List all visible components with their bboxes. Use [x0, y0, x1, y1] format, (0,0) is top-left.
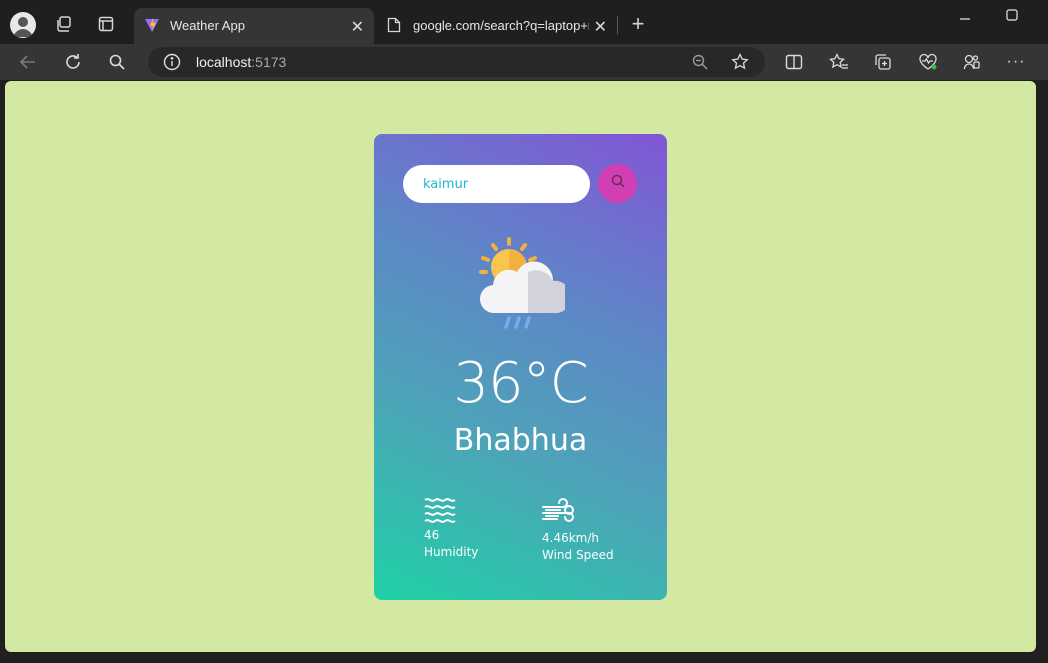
workspaces-icon[interactable] [50, 10, 78, 38]
split-screen-icon[interactable] [781, 50, 807, 74]
favorites-icon[interactable] [826, 50, 852, 74]
tab-google-search[interactable]: google.com/search?q=laptop+n ✕ [377, 8, 617, 44]
back-arrow-icon[interactable] [15, 50, 41, 74]
wind-label: Wind Speed [542, 548, 614, 563]
zoom-out-icon[interactable] [692, 54, 708, 75]
city-name: Bhabhua [453, 423, 588, 458]
collections-icon[interactable] [870, 50, 896, 74]
search-button[interactable] [598, 164, 637, 203]
maximize-icon[interactable] [992, 8, 1032, 32]
minimize-icon[interactable] [945, 8, 985, 32]
search-icon [611, 174, 625, 193]
wind-value: 4.46km/h [542, 531, 600, 545]
page-favicon-icon [387, 17, 401, 36]
url-text: localhost:5173 [196, 54, 287, 70]
profile-avatar[interactable] [10, 12, 36, 38]
humidity-value: 46 [424, 528, 440, 542]
tab-title: google.com/search?q=laptop+n [413, 18, 589, 33]
tab-strip: Weather App ✕ google.com/search?q=laptop… [0, 0, 1048, 44]
more-options-icon[interactable]: ··· [1003, 50, 1029, 74]
humidity-stat: 46 Humidity [424, 497, 478, 562]
wind-icon [542, 498, 614, 528]
search-icon[interactable] [104, 50, 130, 74]
new-tab-icon[interactable]: + [624, 10, 652, 38]
close-tab-icon[interactable]: ✕ [594, 17, 607, 37]
tab-title: Weather App [170, 18, 245, 33]
site-info-icon[interactable] [163, 53, 181, 76]
tab-weather-app[interactable]: Weather App ✕ [134, 8, 374, 44]
navigation-toolbar: localhost:5173 ··· [0, 44, 1048, 80]
sun-cloud-rain-icon [473, 235, 572, 330]
refresh-icon[interactable] [60, 50, 86, 74]
favorite-star-icon[interactable] [731, 52, 749, 76]
address-bar[interactable]: localhost:5173 [148, 47, 765, 77]
humidity-waves-icon [424, 497, 478, 525]
tab-actions-icon[interactable] [92, 10, 120, 38]
weather-card: 36°C Bhabhua 46 Humidity [374, 134, 667, 600]
close-tab-icon[interactable]: ✕ [351, 17, 364, 37]
wind-stat: 4.46km/h Wind Speed [542, 498, 614, 565]
vite-favicon-icon [144, 17, 160, 36]
temperature: 36°C [453, 351, 588, 416]
browser-window: Weather App ✕ google.com/search?q=laptop… [0, 0, 1048, 663]
search-input[interactable] [403, 165, 590, 203]
page-viewport: 36°C Bhabhua 46 Humidity [5, 81, 1036, 652]
humidity-label: Humidity [424, 545, 479, 560]
tab-separator [617, 16, 618, 34]
browser-essentials-icon[interactable] [915, 50, 941, 74]
extensions-icon[interactable] [959, 50, 985, 74]
